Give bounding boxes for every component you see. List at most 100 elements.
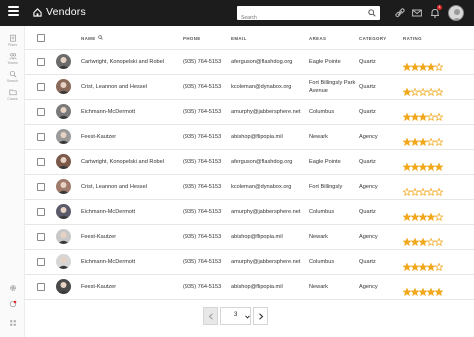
star-rating[interactable]: [403, 158, 443, 171]
vendor-name[interactable]: Feest-Kautzer: [81, 234, 116, 240]
star-empty-icon[interactable]: [435, 138, 443, 146]
row-checkbox[interactable]: [37, 158, 45, 166]
vendor-name[interactable]: Crist, Leannon and Hessel: [81, 184, 147, 190]
star-filled-icon[interactable]: [411, 63, 419, 71]
table-row[interactable]: Crist, Leannon and Hessel (935) 764-5153 k…: [25, 74, 474, 99]
column-header-phone[interactable]: PHONE: [183, 36, 201, 41]
star-filled-icon[interactable]: [403, 288, 411, 296]
select-all-checkbox[interactable]: [37, 34, 45, 42]
vendor-email[interactable]: aferguson@flashdog.org: [231, 159, 292, 165]
star-rating[interactable]: [403, 233, 443, 246]
star-filled-icon[interactable]: [427, 163, 435, 171]
link-icon[interactable]: [395, 8, 405, 18]
star-rating[interactable]: [403, 133, 443, 146]
star-empty-icon[interactable]: [435, 263, 443, 271]
star-filled-icon[interactable]: [419, 163, 427, 171]
star-rating[interactable]: [403, 208, 443, 221]
row-checkbox[interactable]: [37, 183, 45, 191]
vendor-name[interactable]: Feest-Kautzer: [81, 284, 116, 290]
star-filled-icon[interactable]: [411, 138, 419, 146]
star-filled-icon[interactable]: [411, 113, 419, 121]
vendor-email[interactable]: amurphy@jabbersphere.net: [231, 109, 300, 115]
row-checkbox[interactable]: [37, 58, 45, 66]
star-filled-icon[interactable]: [427, 263, 435, 271]
star-empty-icon[interactable]: [427, 238, 435, 246]
star-empty-icon[interactable]: [435, 238, 443, 246]
column-header-email[interactable]: EMAIL: [231, 36, 247, 41]
star-rating[interactable]: [403, 183, 443, 196]
vendor-email[interactable]: abishop@flipopia.mil: [231, 134, 283, 140]
row-checkbox[interactable]: [37, 283, 45, 291]
star-filled-icon[interactable]: [435, 163, 443, 171]
table-row[interactable]: Crist, Leannon and Hessel (935) 764-5153 k…: [25, 174, 474, 199]
star-filled-icon[interactable]: [419, 263, 427, 271]
sidebar-alerts[interactable]: [0, 300, 25, 308]
table-row[interactable]: Eichmann-McDermott (935) 764-5153 amurphy@…: [25, 199, 474, 224]
table-row[interactable]: Feest-Kautzer (935) 764-5153 abishop@flipo…: [25, 224, 474, 249]
column-header-areas[interactable]: AREAS: [309, 36, 326, 41]
vendor-email[interactable]: kcoleman@dynabox.org: [231, 84, 291, 90]
previous-page-button[interactable]: [203, 307, 218, 325]
star-empty-icon[interactable]: [435, 213, 443, 221]
star-empty-icon[interactable]: [427, 188, 435, 196]
star-rating[interactable]: [403, 58, 443, 71]
row-checkbox[interactable]: [37, 233, 45, 241]
star-empty-icon[interactable]: [419, 88, 427, 96]
star-filled-icon[interactable]: [403, 138, 411, 146]
vendor-email[interactable]: abishop@flipopia.mil: [231, 284, 283, 290]
star-filled-icon[interactable]: [419, 213, 427, 221]
vendor-name[interactable]: Cartwright, Konopelski and Robel: [81, 59, 164, 65]
star-empty-icon[interactable]: [403, 188, 411, 196]
vendor-name[interactable]: Eichmann-McDermott: [81, 109, 135, 115]
star-rating[interactable]: [403, 283, 443, 296]
sidebar-item-search[interactable]: Search: [0, 70, 25, 83]
column-header-rating[interactable]: RATING: [403, 36, 422, 41]
vendor-name[interactable]: Eichmann-McDermott: [81, 259, 135, 265]
star-filled-icon[interactable]: [403, 238, 411, 246]
star-filled-icon[interactable]: [411, 263, 419, 271]
row-checkbox[interactable]: [37, 133, 45, 141]
page-select[interactable]: 3: [220, 307, 251, 325]
sidebar-settings[interactable]: [0, 284, 25, 292]
star-filled-icon[interactable]: [403, 113, 411, 121]
star-empty-icon[interactable]: [411, 88, 419, 96]
star-empty-icon[interactable]: [427, 88, 435, 96]
star-filled-icon[interactable]: [419, 63, 427, 71]
vendor-name[interactable]: Crist, Leannon and Hessel: [81, 84, 147, 90]
star-filled-icon[interactable]: [419, 138, 427, 146]
star-empty-icon[interactable]: [419, 188, 427, 196]
row-checkbox[interactable]: [37, 83, 45, 91]
star-empty-icon[interactable]: [435, 88, 443, 96]
star-filled-icon[interactable]: [435, 288, 443, 296]
star-filled-icon[interactable]: [427, 213, 435, 221]
vendor-email[interactable]: abishop@flipopia.mil: [231, 234, 283, 240]
row-checkbox[interactable]: [37, 108, 45, 116]
star-empty-icon[interactable]: [411, 188, 419, 196]
star-filled-icon[interactable]: [411, 213, 419, 221]
table-row[interactable]: Eichmann-McDermott (935) 764-5153 amurphy@…: [25, 99, 474, 124]
mail-icon[interactable]: [412, 8, 422, 18]
vendor-email[interactable]: kcoleman@dynabox.org: [231, 184, 291, 190]
star-empty-icon[interactable]: [427, 113, 435, 121]
star-filled-icon[interactable]: [419, 113, 427, 121]
vendor-name[interactable]: Feest-Kautzer: [81, 134, 116, 140]
star-rating[interactable]: [403, 83, 443, 96]
star-filled-icon[interactable]: [403, 63, 411, 71]
star-empty-icon[interactable]: [427, 138, 435, 146]
star-rating[interactable]: [403, 108, 443, 121]
column-header-name[interactable]: NAME: [81, 36, 96, 41]
search-icon[interactable]: [368, 9, 376, 17]
search-input[interactable]: [237, 11, 362, 25]
star-filled-icon[interactable]: [411, 238, 419, 246]
hamburger-menu-icon[interactable]: [8, 6, 19, 20]
star-filled-icon[interactable]: [411, 288, 419, 296]
row-checkbox[interactable]: [37, 258, 45, 266]
sort-icon[interactable]: [98, 35, 103, 40]
star-filled-icon[interactable]: [403, 163, 411, 171]
star-filled-icon[interactable]: [411, 163, 419, 171]
home-icon[interactable]: [33, 8, 42, 17]
vendor-name[interactable]: Eichmann-McDermott: [81, 209, 135, 215]
star-filled-icon[interactable]: [403, 213, 411, 221]
star-empty-icon[interactable]: [435, 63, 443, 71]
star-filled-icon[interactable]: [403, 263, 411, 271]
